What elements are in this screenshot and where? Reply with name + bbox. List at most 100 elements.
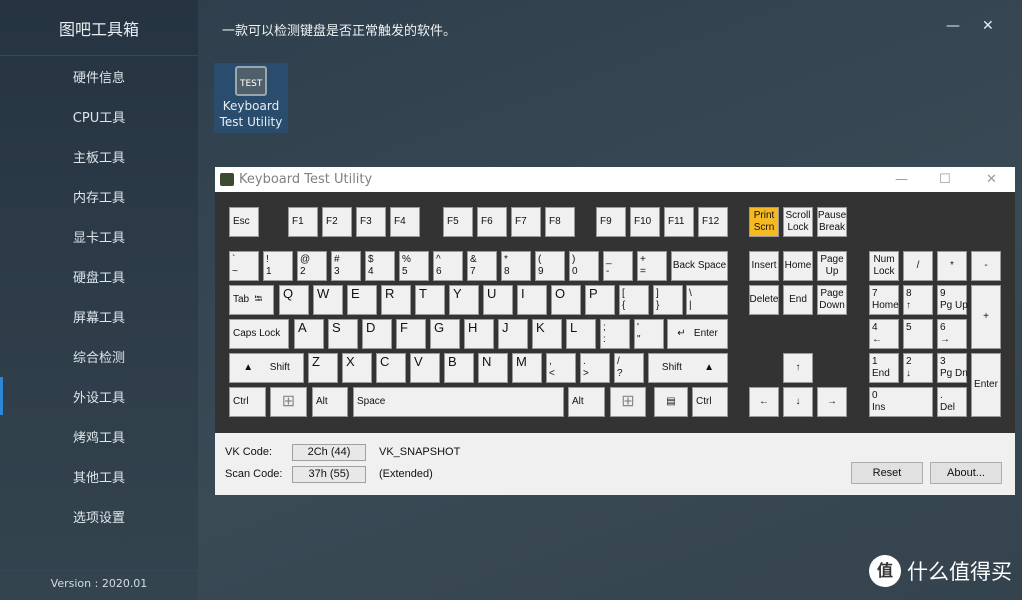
key-space[interactable]: Space bbox=[353, 387, 564, 417]
key-↓[interactable]: ↓ bbox=[783, 387, 813, 417]
key-esc[interactable]: Esc bbox=[229, 207, 259, 237]
key-end[interactable]: End bbox=[783, 285, 813, 315]
key-i[interactable]: I bbox=[517, 285, 547, 315]
key-6-→[interactable]: 6 → bbox=[937, 319, 967, 349]
key-+[interactable]: + bbox=[971, 285, 1001, 349]
key-f2[interactable]: F2 bbox=[322, 207, 352, 237]
key-t[interactable]: T bbox=[415, 285, 445, 315]
key-⊞[interactable]: ⊞ bbox=[610, 387, 646, 417]
key-)-0[interactable]: ) 0 bbox=[569, 251, 599, 281]
key-*[interactable]: * bbox=[937, 251, 967, 281]
key-enter[interactable]: Enter bbox=[971, 353, 1001, 417]
key-k[interactable]: K bbox=[532, 319, 562, 349]
sidebar-item[interactable]: 显卡工具 bbox=[0, 227, 198, 246]
about-button[interactable]: About... bbox=[930, 462, 1002, 484]
key-▲-shift[interactable]: ▲ Shift bbox=[229, 353, 304, 383]
key-↑[interactable]: ↑ bbox=[783, 353, 813, 383]
key-u[interactable]: U bbox=[483, 285, 513, 315]
key-[-{[interactable]: [ { bbox=[619, 285, 649, 315]
key-f1[interactable]: F1 bbox=[288, 207, 318, 237]
key-9-pg-up[interactable]: 9 Pg Up bbox=[937, 285, 968, 315]
key-f3[interactable]: F3 bbox=[356, 207, 386, 237]
key-alt[interactable]: Alt bbox=[312, 387, 348, 417]
key-*-8[interactable]: * 8 bbox=[501, 251, 531, 281]
key-0-ins[interactable]: 0 Ins bbox=[869, 387, 933, 417]
maximize-button[interactable]: ☐ bbox=[939, 167, 951, 192]
key-&-7[interactable]: & 7 bbox=[467, 251, 497, 281]
key-f[interactable]: F bbox=[396, 319, 426, 349]
key-home[interactable]: Home bbox=[783, 251, 813, 281]
key-s[interactable]: S bbox=[328, 319, 358, 349]
key-h[interactable]: H bbox=[464, 319, 494, 349]
key-1-end[interactable]: 1 End bbox=[869, 353, 899, 383]
minimize-button[interactable]: — bbox=[946, 18, 960, 34]
key-,-<[interactable]: , < bbox=[546, 353, 576, 383]
key-x[interactable]: X bbox=[342, 353, 372, 383]
key-m[interactable]: M bbox=[512, 353, 542, 383]
key-\-|[interactable]: \ | bbox=[686, 285, 728, 315]
key-delete[interactable]: Delete bbox=[749, 285, 779, 315]
keyboard-test-utility-tile[interactable]: TEST Keyboard Test Utility bbox=[214, 63, 288, 133]
key-@-2[interactable]: @ 2 bbox=[297, 251, 327, 281]
key-f9[interactable]: F9 bbox=[596, 207, 626, 237]
key-shift-▲[interactable]: Shift ▲ bbox=[648, 353, 728, 383]
sidebar-item[interactable]: 选项设置 bbox=[0, 507, 198, 526]
sidebar-item[interactable]: 其他工具 bbox=[0, 467, 198, 486]
key-5[interactable]: 5 bbox=[903, 319, 933, 349]
key-scroll-lock[interactable]: Scroll Lock bbox=[783, 207, 813, 237]
key-⊞[interactable]: ⊞ bbox=[270, 387, 307, 417]
key-page-up[interactable]: Page Up bbox=[817, 251, 847, 281]
key-▤[interactable]: ▤ bbox=[654, 387, 688, 417]
key-d[interactable]: D bbox=[362, 319, 392, 349]
key-b[interactable]: B bbox=[444, 353, 474, 383]
key-f11[interactable]: F11 bbox=[664, 207, 694, 237]
key-o[interactable]: O bbox=[551, 285, 581, 315]
sidebar-item[interactable]: 烤鸡工具 bbox=[0, 427, 198, 446]
key-insert[interactable]: Insert bbox=[749, 251, 779, 281]
key-/-?[interactable]: / ? bbox=[614, 353, 644, 383]
key-back-space[interactable]: Back Space bbox=[671, 251, 728, 281]
key-_--[interactable]: _ - bbox=[603, 251, 633, 281]
key-num-lock[interactable]: Num Lock bbox=[869, 251, 899, 281]
key-y[interactable]: Y bbox=[449, 285, 479, 315]
key-←[interactable]: ← bbox=[749, 387, 779, 417]
sidebar-item[interactable]: CPU工具 bbox=[0, 107, 198, 126]
key-]-}[interactable]: ] } bbox=[653, 285, 683, 315]
key-;-:[interactable]: ; : bbox=[600, 319, 630, 349]
key-f4[interactable]: F4 bbox=[390, 207, 420, 237]
key-+-=[interactable]: + = bbox=[637, 251, 667, 281]
key-2-↓[interactable]: 2 ↓ bbox=[903, 353, 933, 383]
key-r[interactable]: R bbox=[381, 285, 411, 315]
key-q[interactable]: Q bbox=[279, 285, 309, 315]
minimize-button[interactable]: — bbox=[895, 167, 908, 192]
key-(-9[interactable]: ( 9 bbox=[535, 251, 565, 281]
reset-button[interactable]: Reset bbox=[851, 462, 923, 484]
key-7-home[interactable]: 7 Home bbox=[869, 285, 899, 315]
key-/[interactable]: / bbox=[903, 251, 933, 281]
sidebar-item[interactable]: 综合检测 bbox=[0, 347, 198, 366]
key-e[interactable]: E bbox=[347, 285, 377, 315]
key-caps-lock[interactable]: Caps Lock bbox=[229, 319, 289, 349]
close-button[interactable]: ✕ bbox=[986, 167, 997, 192]
key-ctrl[interactable]: Ctrl bbox=[229, 387, 266, 417]
key-w[interactable]: W bbox=[313, 285, 343, 315]
key-'-"[interactable]: ' " bbox=[634, 319, 664, 349]
key-page-down[interactable]: Page Down bbox=[817, 285, 847, 315]
key-n[interactable]: N bbox=[478, 353, 508, 383]
key-^-6[interactable]: ^ 6 bbox=[433, 251, 463, 281]
key-4-←[interactable]: 4 ← bbox=[869, 319, 899, 349]
key-alt[interactable]: Alt bbox=[568, 387, 605, 417]
key-p[interactable]: P bbox=[585, 285, 615, 315]
key-.->[interactable]: . > bbox=[580, 353, 610, 383]
sidebar-item[interactable]: 屏幕工具 bbox=[0, 307, 198, 326]
sidebar-item[interactable]: 外设工具 bbox=[0, 377, 198, 415]
key-v[interactable]: V bbox=[410, 353, 440, 383]
key-3-pg-dn[interactable]: 3 Pg Dn bbox=[937, 353, 968, 383]
key-.-del[interactable]: . Del bbox=[937, 387, 967, 417]
key-f10[interactable]: F10 bbox=[630, 207, 660, 237]
key-print-scrn[interactable]: Print Scrn bbox=[749, 207, 779, 237]
key--[interactable]: - bbox=[971, 251, 1001, 281]
key-%-5[interactable]: % 5 bbox=[399, 251, 429, 281]
key-l[interactable]: L bbox=[566, 319, 596, 349]
key-ctrl[interactable]: Ctrl bbox=[692, 387, 728, 417]
